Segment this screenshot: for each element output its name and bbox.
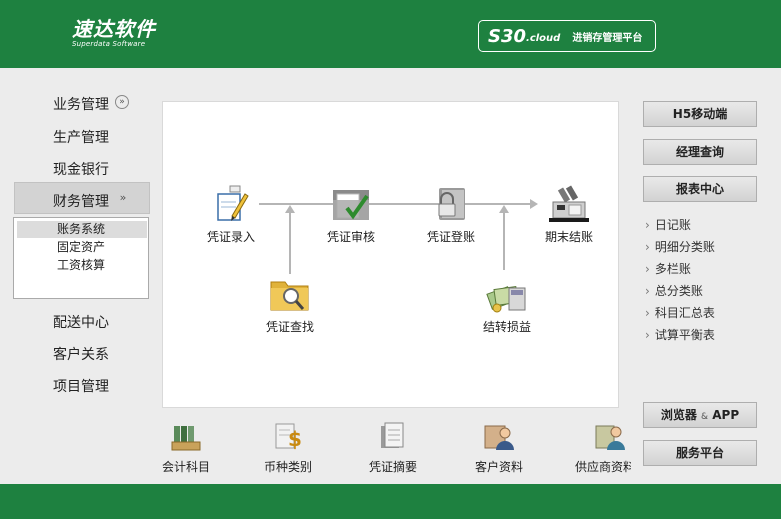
manager-query-button[interactable]: 经理查询: [643, 139, 757, 165]
shortcut-suppliers[interactable]: 供应商资料: [575, 420, 631, 475]
flow-node-label: 凭证录入: [206, 230, 255, 244]
shortcut-label: 币种类别: [263, 460, 312, 474]
h5-mobile-button[interactable]: H5移动端: [643, 101, 757, 127]
nav-item-distribution[interactable]: 配送中心: [53, 312, 109, 332]
report-link-trial-balance[interactable]: › 试算平衡表: [645, 326, 715, 343]
brand-name: 速达软件: [72, 17, 156, 41]
flow-node-label: 凭证查找: [265, 320, 314, 334]
shortcut-label: 凭证摘要: [368, 460, 417, 474]
submenu-item-fixed-assets[interactable]: 固定资产: [17, 239, 147, 256]
nav-item-production[interactable]: 生产管理: [53, 127, 109, 147]
lock-book-icon: [438, 188, 465, 220]
chevron-right-icon: ›: [645, 262, 650, 276]
supplier-icon: [595, 425, 625, 450]
chevron-right-icon: ›: [645, 240, 650, 254]
product-suffix: .cloud: [526, 33, 561, 44]
flow-node-label: 期末结账: [544, 230, 593, 244]
nav-item-label: 客户关系: [53, 347, 109, 363]
shortcut-customers[interactable]: 客户资料: [468, 420, 530, 475]
pen-paper-icon: [217, 185, 249, 221]
service-platform-button[interactable]: 服务平台: [643, 440, 757, 466]
product-badge: S30 .cloud 进销存管理平台: [478, 20, 656, 52]
shortcut-accounts[interactable]: 会计科目: [158, 420, 214, 475]
currency-icon: $: [275, 423, 302, 451]
nav-item-label: 财务管理: [53, 194, 109, 210]
flow-node-label: 凭证登账: [426, 230, 475, 244]
money-calculator-icon: [486, 285, 526, 313]
svg-text:$: $: [288, 427, 302, 451]
nav-item-business[interactable]: 业务管理: [53, 94, 109, 114]
customer-card-icon: [484, 425, 514, 450]
report-link-general-ledger[interactable]: › 总分类账: [645, 282, 703, 299]
shortcut-label: 客户资料: [474, 460, 523, 474]
nav-item-label: 生产管理: [53, 130, 109, 146]
flow-arrow: [499, 205, 509, 270]
submenu-item-payroll[interactable]: 工资核算: [17, 257, 147, 274]
report-link-multi-column[interactable]: › 多栏账: [645, 260, 691, 277]
shortcut-label: 会计科目: [161, 460, 210, 474]
voucher-flow-panel: 凭证录入 凭证审核 凭证登账 期末结账 凭证查找 结转损益: [162, 101, 619, 408]
document-stack-icon: [381, 422, 404, 448]
nav-item-crm[interactable]: 客户关系: [53, 344, 109, 364]
chevron-right-icon: ›: [645, 218, 650, 232]
report-link-detail-ledger[interactable]: › 明细分类账: [645, 238, 715, 255]
finance-submenu: 账务系统 固定资产 工资核算: [13, 217, 149, 299]
chevron-right-icon: ›: [645, 284, 650, 298]
nav-item-label: 业务管理: [53, 97, 109, 113]
flow-node-voucher-entry[interactable]: 凭证录入: [201, 184, 261, 245]
flow-node-voucher-posting[interactable]: 凭证登账: [421, 184, 481, 245]
cash-register-icon: [549, 185, 589, 222]
bottom-footer: [0, 484, 781, 519]
product-tagline: 进销存管理平台: [572, 32, 643, 44]
binders-icon: [171, 426, 201, 451]
chevron-right-icon: ›: [645, 328, 650, 342]
chevron-down-icon[interactable]: »: [115, 95, 129, 109]
shortcut-voucher-summary[interactable]: 凭证摘要: [362, 420, 424, 475]
chevron-right-icon: ›: [645, 306, 650, 320]
flow-node-profit-loss[interactable]: 结转损益: [477, 274, 537, 335]
flow-arrow: [285, 205, 295, 274]
flow-arrow: [259, 199, 538, 209]
nav-item-label: 项目管理: [53, 379, 109, 395]
chevron-down-icon: »: [119, 191, 127, 204]
flow-node-period-close[interactable]: 期末结账: [539, 184, 599, 245]
shortcut-currency[interactable]: $ 币种类别: [260, 420, 316, 475]
report-link-account-summary[interactable]: › 科目汇总表: [645, 304, 715, 321]
brand-logo: 速达软件 Superdata Software: [72, 18, 156, 48]
report-link-journal[interactable]: › 日记账: [645, 216, 691, 233]
shortcut-label: 供应商资料: [575, 460, 631, 474]
flow-node-label: 结转损益: [482, 320, 531, 334]
folder-search-icon: [270, 281, 309, 311]
nav-item-label: 现金银行: [53, 162, 109, 178]
flow-node-voucher-review[interactable]: 凭证审核: [321, 184, 381, 245]
flow-node-label: 凭证审核: [326, 230, 375, 244]
brand-subtitle: Superdata Software: [72, 40, 146, 48]
folder-check-icon: [333, 190, 369, 220]
nav-item-cash-bank[interactable]: 现金银行: [53, 159, 109, 179]
flow-node-voucher-search[interactable]: 凭证查找: [260, 274, 320, 335]
submenu-item-ledger[interactable]: 账务系统: [17, 221, 147, 238]
nav-item-label: 配送中心: [53, 315, 109, 331]
report-center-button[interactable]: 报表中心: [643, 176, 757, 202]
nav-item-finance[interactable]: 财务管理 »: [14, 182, 150, 214]
product-code: S30: [488, 25, 527, 47]
nav-item-projects[interactable]: 项目管理: [53, 376, 109, 396]
browser-app-button[interactable]: 浏览器 & APP: [643, 402, 757, 428]
top-header: 速达软件 Superdata Software S30 .cloud 进销存管理…: [0, 0, 781, 68]
